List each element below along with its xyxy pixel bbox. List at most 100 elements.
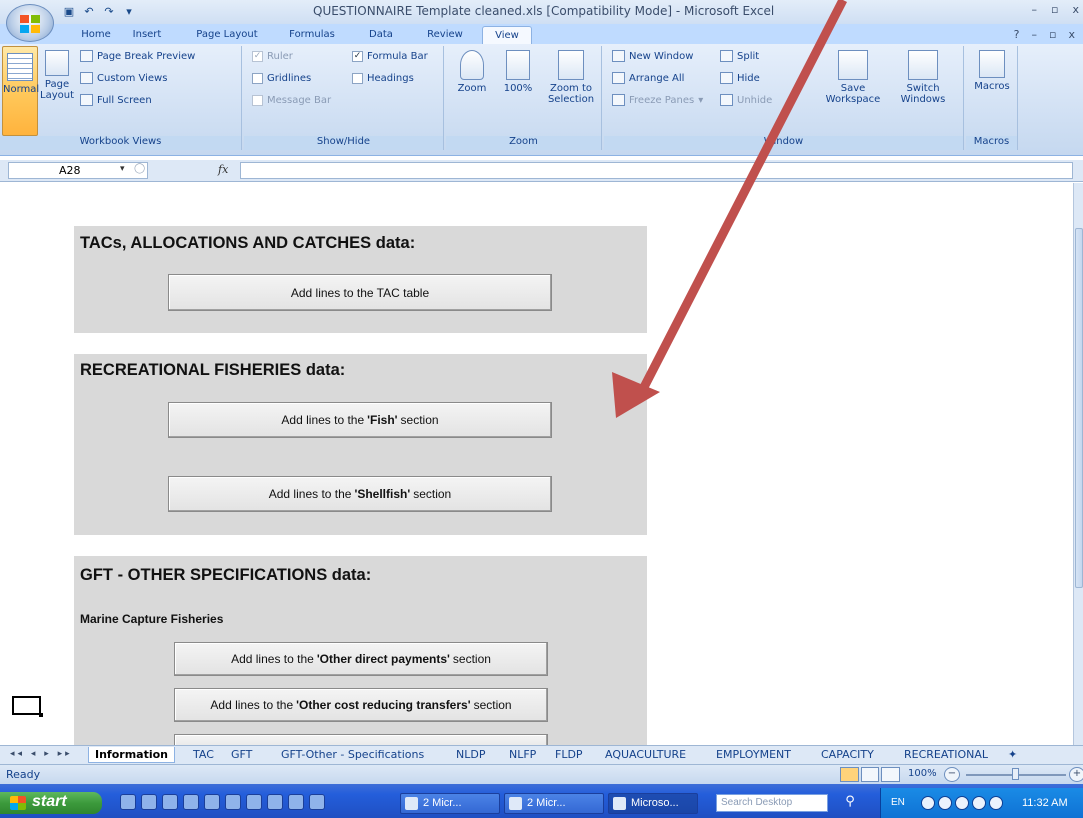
zoom-100-button[interactable]: 100% [500,50,536,94]
cancel-entry-icon[interactable]: ◯ [134,163,145,174]
taskbar-item[interactable]: 2 Micr... [504,793,604,814]
new-window-button[interactable]: New Window [612,48,693,64]
vertical-scroll-thumb[interactable] [1075,228,1083,588]
freeze-panes-button[interactable]: Freeze Panes ▾ [612,92,703,108]
ribbon-tab-bar: Home Insert Page Layout Formulas Data Re… [0,24,1083,44]
zoom-in-icon[interactable]: + [1069,767,1083,782]
tray-icon[interactable] [938,796,952,810]
hide-button[interactable]: Hide [720,70,760,86]
add-other-direct-payments-button[interactable]: Add lines to the 'Other direct payments'… [174,642,548,676]
title-bar: ▣ ↶ ↷ ▾ QUESTIONNAIRE Template cleaned.x… [0,0,1083,24]
zoom-button[interactable]: Zoom [454,50,490,94]
sheet-tab-employment[interactable]: EMPLOYMENT [716,747,791,763]
page-break-preview-button[interactable]: Page Break Preview [80,48,195,64]
macros-button[interactable]: Macros [972,50,1012,92]
tab-view[interactable]: View [482,26,532,44]
redo-icon[interactable]: ↷ [102,5,116,19]
unhide-button[interactable]: Unhide [720,92,772,108]
minimize-icon[interactable]: – [1032,3,1038,16]
gridlines-checkbox[interactable]: Gridlines [252,70,311,86]
sheet-tab-nldp[interactable]: NLDP [456,747,485,763]
insert-sheet-icon[interactable]: ✦ [1008,747,1028,763]
ruler-checkbox[interactable]: ✓ Ruler [252,48,293,64]
active-cell-marker[interactable] [12,696,43,717]
ribbon-restore-icon[interactable]: ▫ [1049,28,1056,41]
customize-qat-icon[interactable]: ▾ [122,5,136,19]
headings-checkbox[interactable]: Headings [352,70,414,86]
zoom-to-selection-button[interactable]: Zoom to Selection [544,50,598,105]
language-indicator[interactable]: EN [891,797,905,808]
switch-windows-button[interactable]: Switch Windows [888,50,958,105]
zoom-level[interactable]: 100% [908,768,937,779]
add-tac-lines-button[interactable]: Add lines to the TAC table [168,274,552,311]
tab-formulas[interactable]: Formulas [284,26,340,44]
add-other-cost-reducing-transfers-button[interactable]: Add lines to the 'Other cost reducing tr… [174,688,548,722]
office-button[interactable] [6,4,54,42]
name-box[interactable]: A28 [8,162,148,179]
close-icon[interactable]: x [1072,3,1079,16]
tab-insert[interactable]: Insert [127,26,167,44]
ribbon-close-icon[interactable]: x [1068,28,1075,41]
quick-launch-icon[interactable] [183,794,199,810]
sheet-tab-gft-other[interactable]: GFT-Other - Specifications [281,747,424,763]
worksheet[interactable]: TACs, ALLOCATIONS AND CATCHES data: Add … [0,183,1073,754]
sheet-tab-gft[interactable]: GFT [231,747,252,763]
page-break-shortcut-icon[interactable] [881,767,901,782]
add-shellfish-lines-button[interactable]: Add lines to the 'Shellfish' section [168,476,552,512]
arrange-all-button[interactable]: Arrange All [612,70,684,86]
quick-launch-icon[interactable] [225,794,241,810]
split-button[interactable]: Split [720,48,759,64]
save-icon[interactable]: ▣ [62,5,76,19]
zoom-slider-thumb[interactable] [1012,768,1019,780]
sheet-tab-nlfp[interactable]: NLFP [509,747,536,763]
search-icon[interactable]: ⚲ [840,794,860,812]
message-bar-checkbox[interactable]: Message Bar [252,92,331,108]
page-layout-view-button[interactable]: Page Layout [40,50,74,101]
add-fish-lines-button[interactable]: Add lines to the 'Fish' section [168,402,552,438]
tab-page-layout[interactable]: Page Layout [190,26,264,44]
sheet-tab-aquaculture[interactable]: AQUACULTURE [605,747,686,763]
tac-panel: TACs, ALLOCATIONS AND CATCHES data: Add … [74,226,647,333]
insert-function-icon[interactable]: fx [218,163,228,176]
tab-data[interactable]: Data [364,26,398,44]
taskbar-item[interactable]: Microso... [608,793,698,814]
formula-input[interactable] [240,162,1073,179]
ribbon-minimize-icon[interactable]: – [1032,28,1038,41]
help-icon[interactable]: ? [1014,28,1020,41]
zoom-out-icon[interactable]: − [944,767,960,782]
desktop-search-input[interactable]: Search Desktop [716,794,828,812]
tab-home[interactable]: Home [76,26,116,44]
restore-icon[interactable]: ▫ [1051,3,1058,16]
undo-icon[interactable]: ↶ [82,5,96,19]
sheet-tab-information[interactable]: Information [88,747,175,763]
tray-icon[interactable] [955,796,969,810]
quick-launch-icon[interactable] [162,794,178,810]
normal-view-shortcut-icon[interactable] [840,767,859,782]
quick-launch-icon[interactable] [204,794,220,810]
quick-launch-icon[interactable] [288,794,304,810]
tab-review[interactable]: Review [422,26,468,44]
tray-icon[interactable] [972,796,986,810]
name-box-dropdown-icon[interactable]: ▾ [120,164,125,174]
sheet-tab-tac[interactable]: TAC [193,747,214,763]
formula-bar-checkbox[interactable]: ✓ Formula Bar [352,48,428,64]
sheet-tab-recreational[interactable]: RECREATIONAL [904,747,988,763]
save-workspace-button[interactable]: Save Workspace [820,50,886,105]
tray-icon[interactable] [921,796,935,810]
sheet-tab-fldp[interactable]: FLDP [555,747,583,763]
quick-launch-icon[interactable] [120,794,136,810]
sheet-tab-capacity[interactable]: CAPACITY [821,747,874,763]
vertical-scrollbar[interactable] [1073,183,1083,745]
quick-launch-icon[interactable] [309,794,325,810]
quick-launch-icon[interactable] [246,794,262,810]
normal-view-button[interactable]: Normal [2,46,39,136]
taskbar-item[interactable]: 2 Micr... [400,793,500,814]
full-screen-button[interactable]: Full Screen [80,92,152,108]
sheet-nav-arrows[interactable]: ◂◂ ◂ ▸ ▸▸ [10,749,73,759]
start-button[interactable]: start [0,792,102,814]
custom-views-button[interactable]: Custom Views [80,70,167,86]
quick-launch-icon[interactable] [141,794,157,810]
page-layout-shortcut-icon[interactable] [860,767,880,782]
quick-launch-icon[interactable] [267,794,283,810]
tray-icon[interactable] [989,796,1003,810]
